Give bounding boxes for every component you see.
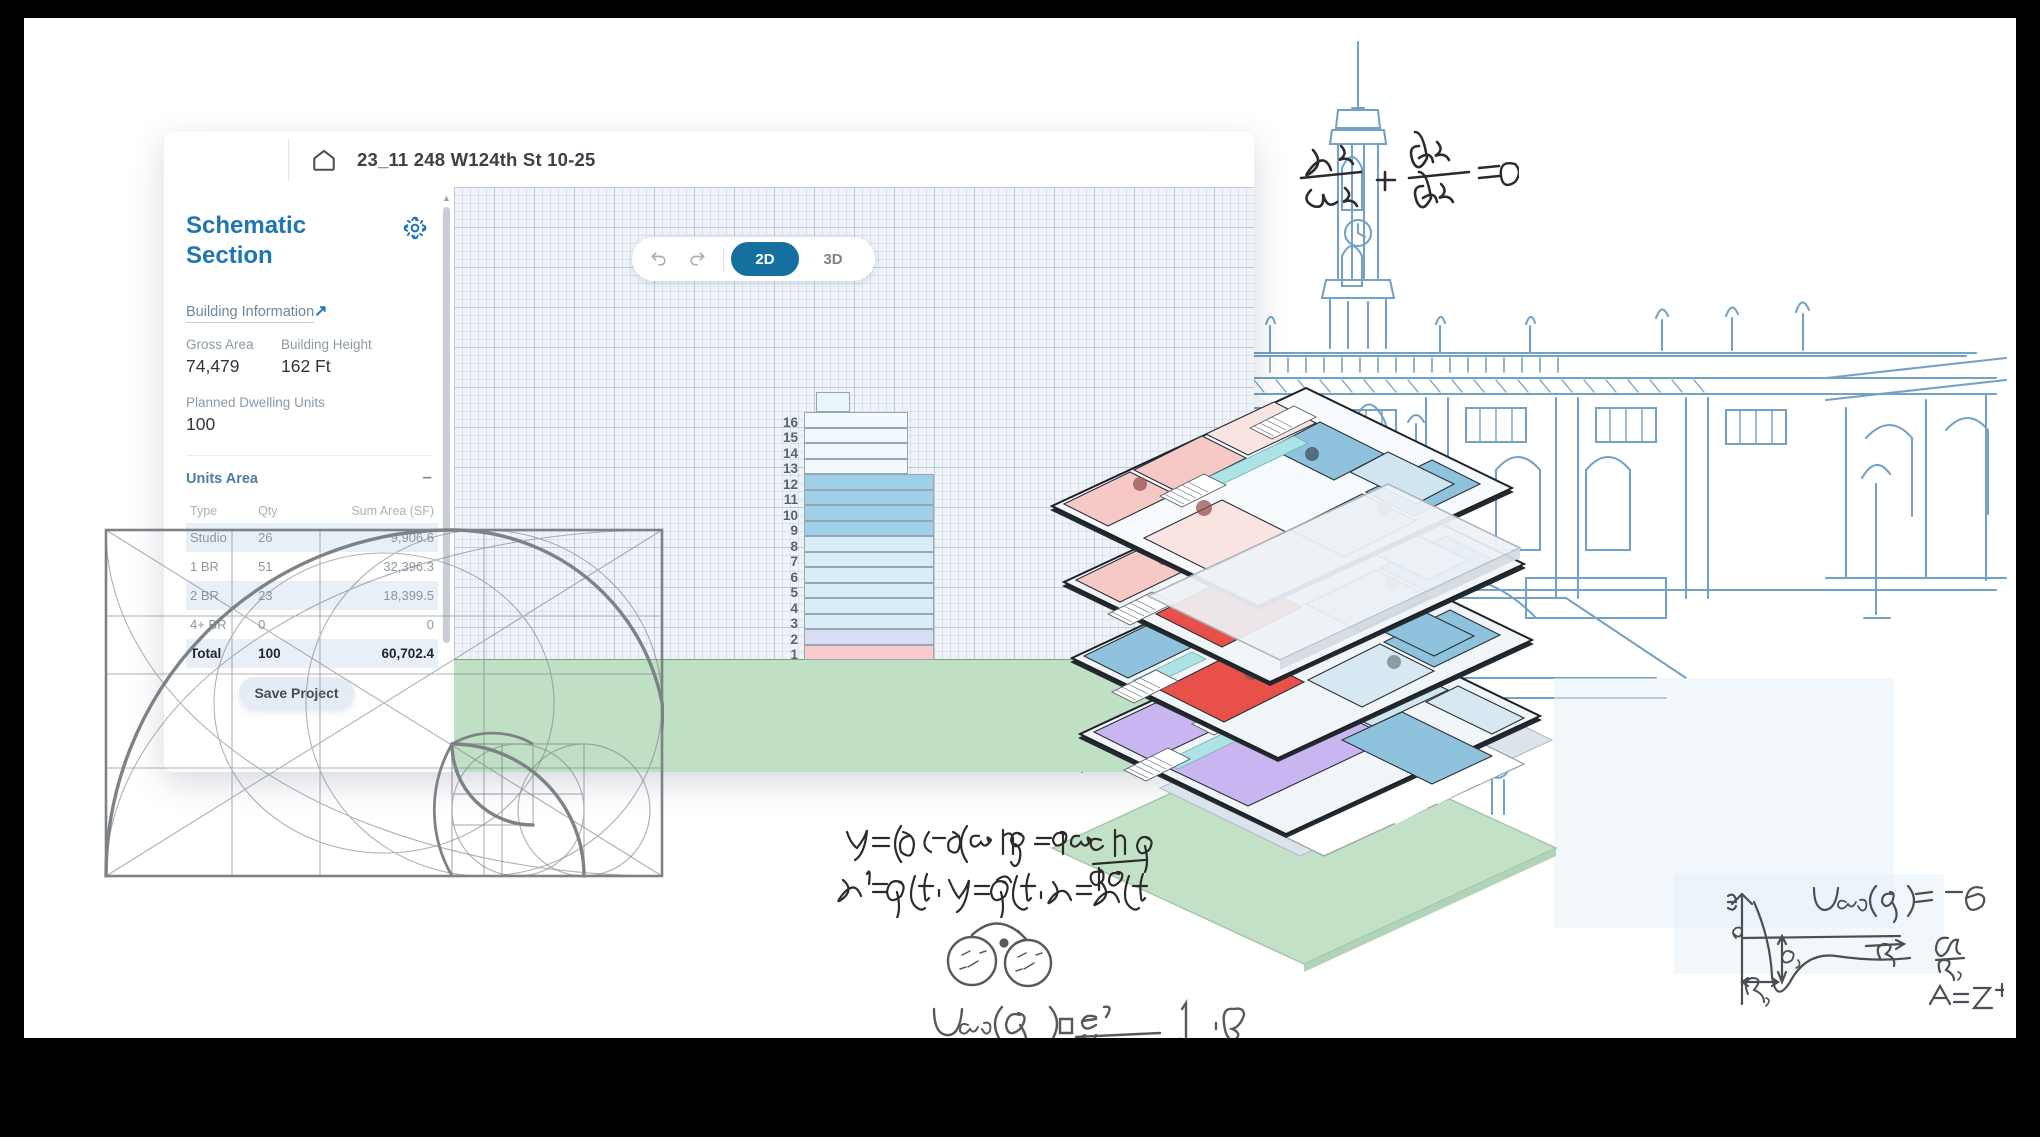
gear-icon[interactable] bbox=[402, 215, 428, 241]
floor-bar[interactable] bbox=[804, 629, 934, 645]
col-type: Type bbox=[190, 504, 218, 518]
floor-bar[interactable] bbox=[804, 520, 934, 536]
col-qty: Qty bbox=[258, 504, 278, 518]
stat-value-building-height: 162 Ft bbox=[281, 356, 331, 376]
tab-3d[interactable]: 3D bbox=[799, 242, 867, 276]
floor-bulkhead[interactable] bbox=[816, 392, 850, 412]
tint-pane-bottom bbox=[1674, 874, 1944, 974]
floor-bar[interactable] bbox=[804, 567, 934, 583]
view-mode-segmented-control: 2D 3D bbox=[731, 242, 867, 276]
floor-axis-label: 16 bbox=[782, 414, 798, 430]
floor-axis-label: 1 bbox=[790, 647, 798, 662]
cell-type: 2 BR bbox=[186, 581, 255, 610]
page-title: Schematic Section bbox=[186, 212, 307, 269]
floor-bar[interactable] bbox=[804, 427, 908, 443]
table-total-row: Total 100 60,702.4 bbox=[186, 639, 438, 668]
floor-axis-label: 8 bbox=[790, 538, 798, 554]
table-row[interactable]: 2 BR 23 18,399.5 bbox=[186, 581, 438, 610]
table-row[interactable]: 1 BR 51 32,396.3 bbox=[186, 552, 438, 581]
cell-total-qty: 100 bbox=[254, 639, 301, 668]
redo-icon[interactable] bbox=[678, 242, 716, 276]
stat-label-gross-area: Gross Area bbox=[186, 337, 254, 352]
project-title: 23_11 248 W124th St 10-25 bbox=[357, 148, 596, 170]
units-area-section-header[interactable]: Units Area – bbox=[186, 455, 432, 487]
floor-bar[interactable] bbox=[804, 582, 934, 598]
stat-value-gross-area: 74,479 bbox=[186, 356, 240, 376]
screenshot-root: 23_11 248 W124th St 10-25 ▲ Schematic Se… bbox=[0, 0, 2040, 1137]
floor-stack-chart: 16 15 14 13 12 11 10 9 8 7 6 5 4 3 2 1 bbox=[783, 390, 944, 662]
floor-axis-label: 14 bbox=[782, 445, 798, 461]
floor-axis-label: 4 bbox=[790, 600, 798, 616]
white-canvas: 23_11 248 W124th St 10-25 ▲ Schematic Se… bbox=[24, 18, 2016, 1038]
cell-area: 9,906.6 bbox=[300, 523, 438, 552]
annotation-equation-top bbox=[1299, 130, 1519, 209]
floor-axis-label: 13 bbox=[782, 461, 798, 476]
cell-qty: 26 bbox=[254, 523, 301, 552]
floor-bar[interactable] bbox=[804, 458, 908, 474]
floor-axis-label: 5 bbox=[790, 585, 798, 600]
panel-scrollbar[interactable]: ▲ bbox=[441, 193, 451, 643]
units-area-title: Units Area bbox=[186, 471, 258, 487]
cell-type: 1 BR bbox=[190, 559, 219, 574]
scroll-thumb[interactable] bbox=[443, 207, 450, 643]
stat-label-building-height: Building Height bbox=[281, 337, 372, 352]
cell-total-label: Total bbox=[186, 639, 255, 668]
cell-type: 4+ BR bbox=[190, 617, 227, 632]
floor-axis-label: 10 bbox=[782, 507, 798, 523]
floor-bar[interactable] bbox=[804, 505, 934, 521]
cell-area: 18,399.5 bbox=[300, 581, 438, 610]
floor-axis-label: 7 bbox=[790, 554, 798, 569]
floor-bar[interactable] bbox=[804, 474, 934, 490]
floor-axis-label: 9 bbox=[790, 523, 798, 538]
floor-bar[interactable] bbox=[804, 412, 908, 428]
floor-bar[interactable] bbox=[804, 443, 908, 459]
viewport-toolbar: 2D 3D bbox=[632, 237, 875, 281]
home-icon[interactable] bbox=[311, 147, 337, 173]
stat-label-planned-units: Planned Dwelling Units bbox=[186, 395, 325, 410]
titlebar-divider bbox=[288, 137, 289, 182]
cell-area: 32,396.3 bbox=[383, 559, 434, 574]
floor-bar[interactable] bbox=[804, 598, 934, 614]
floor-axis-label: 12 bbox=[782, 476, 798, 492]
scroll-up-arrow[interactable]: ▲ bbox=[441, 193, 452, 204]
collapse-icon[interactable]: – bbox=[423, 468, 432, 485]
stat-value-planned-units: 100 bbox=[186, 414, 216, 434]
table-row[interactable]: 4+ BR 0 0 bbox=[186, 610, 438, 639]
floor-axis-label: 11 bbox=[783, 492, 798, 507]
floor-bar[interactable] bbox=[804, 551, 934, 567]
floor-bar[interactable] bbox=[804, 644, 934, 660]
cell-area: 0 bbox=[426, 617, 434, 632]
floor-axis-label: 6 bbox=[790, 569, 798, 585]
table-header-row: Type Qty Sum Area (SF) bbox=[186, 499, 438, 523]
floor-bar[interactable] bbox=[804, 613, 934, 629]
external-link-arrow-icon[interactable]: ↗ bbox=[314, 301, 327, 321]
tab-2d[interactable]: 2D bbox=[731, 242, 799, 276]
floor-axis-label: 2 bbox=[790, 631, 798, 647]
cell-qty: 0 bbox=[258, 617, 266, 632]
cell-qty: 23 bbox=[254, 581, 301, 610]
schematic-section-panel: ▲ Schematic Section Building Information… bbox=[164, 187, 455, 772]
undo-icon[interactable] bbox=[640, 242, 678, 276]
units-area-table: Type Qty Sum Area (SF) Studio 26 9,906.6… bbox=[186, 499, 438, 668]
floor-axis-label: 15 bbox=[782, 430, 798, 445]
save-project-button[interactable]: Save Project bbox=[239, 677, 354, 709]
isometric-floor-plates[interactable] bbox=[1044, 368, 1564, 1008]
toolbar-divider bbox=[723, 247, 724, 271]
col-sum-area: Sum Area (SF) bbox=[351, 504, 434, 518]
floor-bar[interactable] bbox=[804, 536, 934, 552]
app-titlebar: 23_11 248 W124th St 10-25 bbox=[164, 132, 1254, 188]
cell-qty: 51 bbox=[258, 559, 273, 574]
floor-bar[interactable] bbox=[804, 489, 934, 505]
cell-total-area: 60,702.4 bbox=[300, 639, 438, 668]
table-row[interactable]: Studio 26 9,906.6 bbox=[186, 523, 438, 552]
cell-type: Studio bbox=[186, 523, 255, 552]
building-information-link[interactable]: Building Information bbox=[186, 304, 315, 323]
floor-axis-label: 3 bbox=[790, 616, 798, 631]
